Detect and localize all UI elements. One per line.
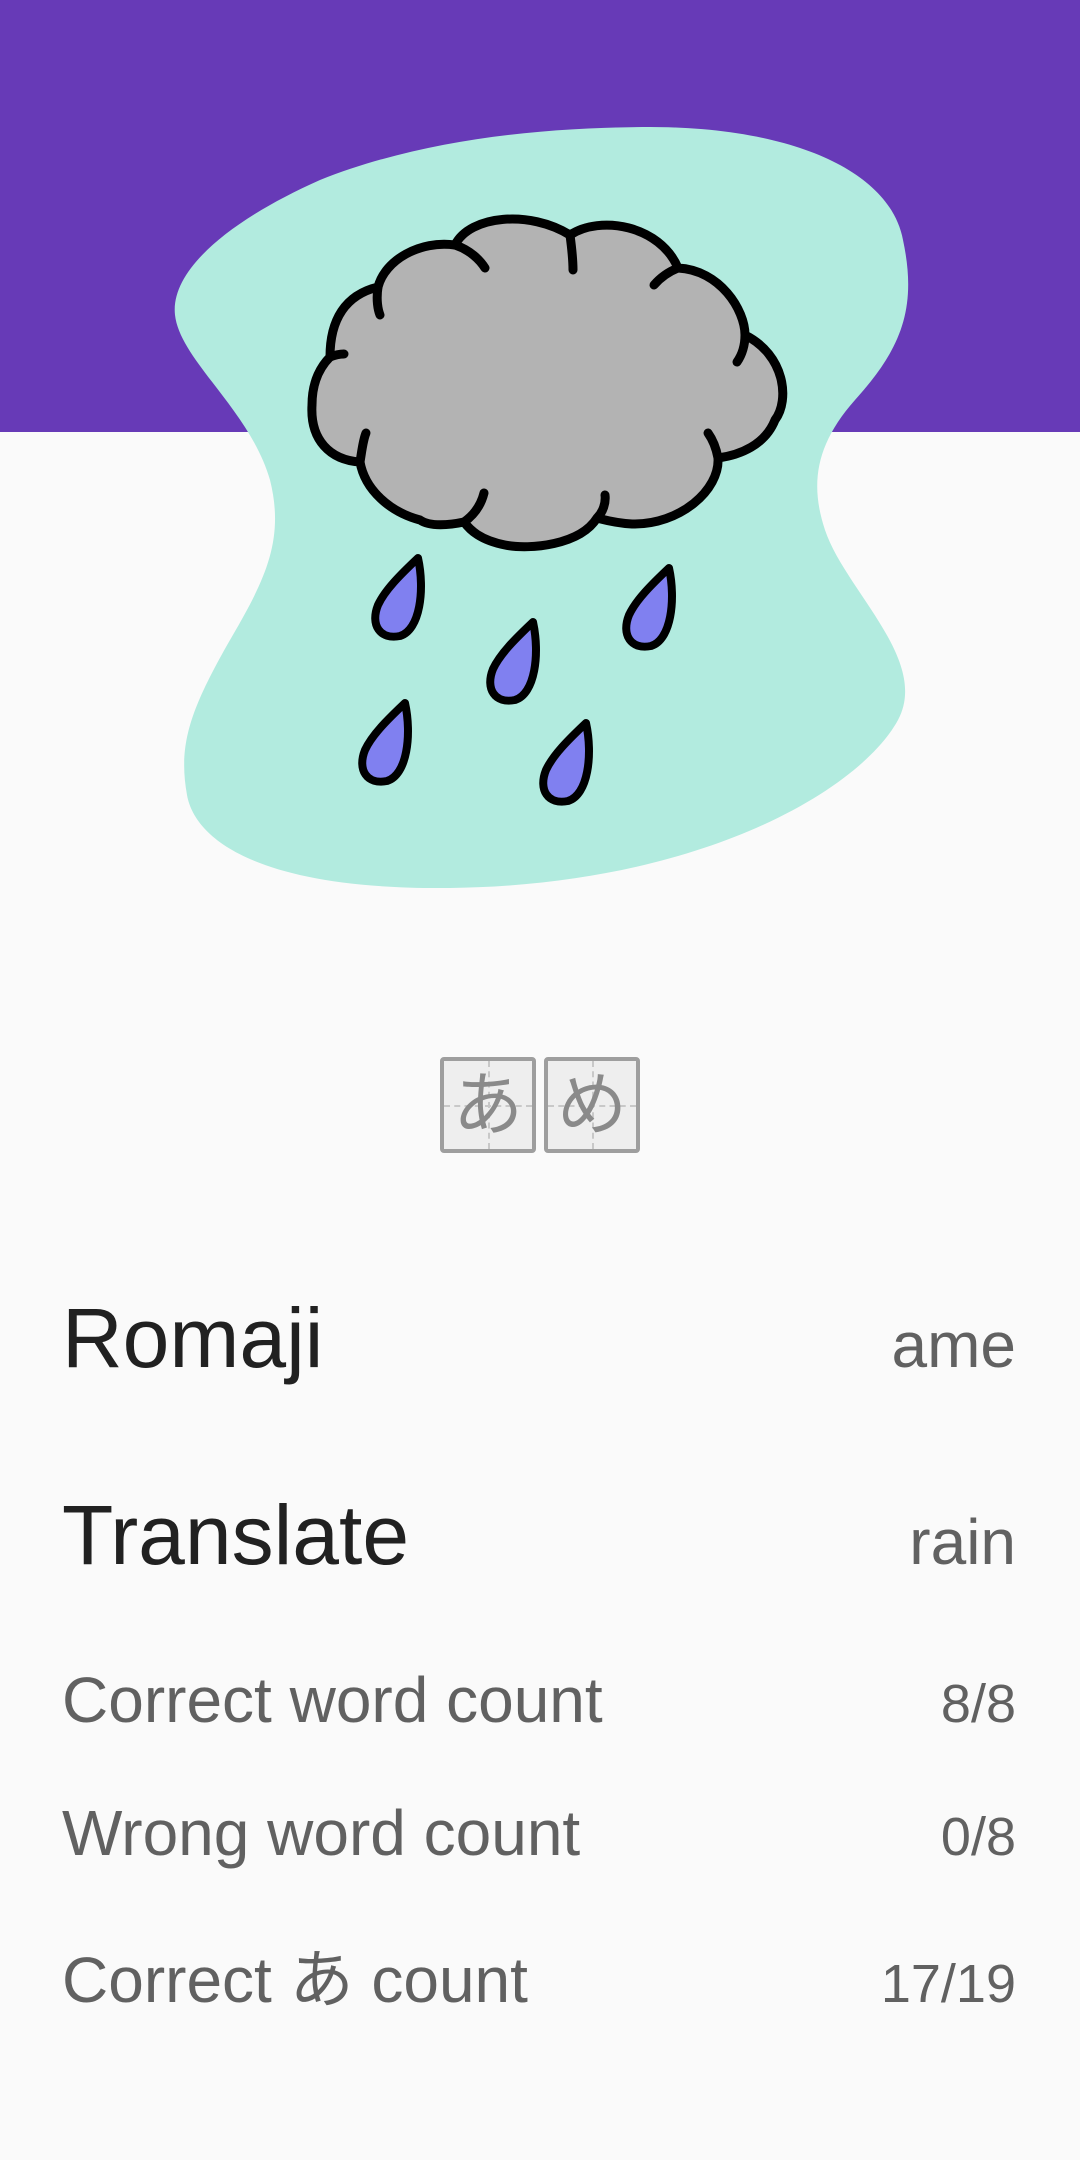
word-detail-screen: あ め Romaji ame Translate rain Correct wo… [0,0,1080,2160]
romaji-label: Romaji [62,1291,324,1385]
wrong-word-count-value: 0/8 [940,1807,1016,1867]
correct-kana-count-value: 17/19 [880,1954,1016,2014]
correct-kana-count-label: Correct あ count [62,1944,528,2016]
translate-value: rain [909,1506,1016,1578]
correct-word-count-row: Correct word count 8/8 [62,1663,1016,1737]
correct-word-count-value: 8/8 [940,1674,1016,1734]
translate-row: Translate rain [62,1487,1016,1584]
wrong-word-count-row: Wrong word count 0/8 [62,1796,1016,1870]
translate-label: Translate [62,1488,410,1582]
kana-tile: あ [440,1057,536,1153]
kana-tiles: あ め [0,1057,1080,1153]
kana-tile: め [544,1057,640,1153]
correct-kana-count-row: Correct あ count 17/19 [62,1929,1016,2021]
kana-character: あ [453,1064,523,1146]
rain-cloud-illustration [174,127,909,889]
kana-character: め [557,1064,627,1146]
wrong-word-count-label: Wrong word count [62,1797,581,1869]
correct-word-count-label: Correct word count [62,1664,603,1736]
romaji-value: ame [891,1309,1017,1381]
romaji-row: Romaji ame [62,1290,1016,1387]
